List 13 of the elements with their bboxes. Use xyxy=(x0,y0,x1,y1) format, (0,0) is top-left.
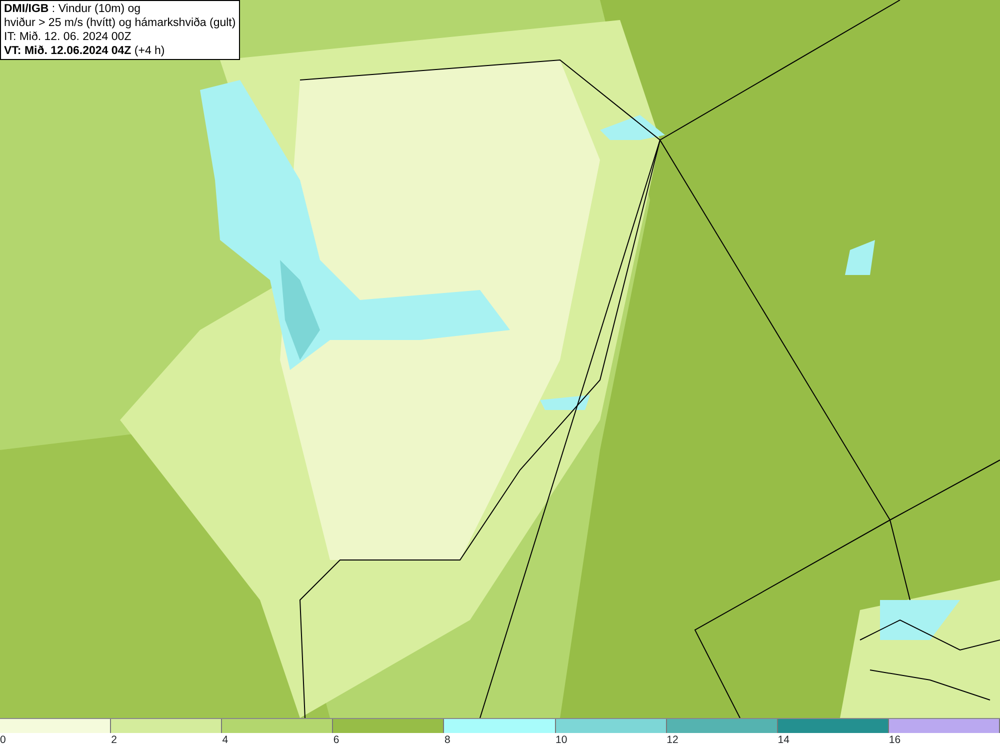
legend-label: 0 xyxy=(0,734,6,746)
title-line: DMI/IGB : Vindur (10m) og xyxy=(4,2,142,16)
legend-label: 10 xyxy=(556,734,568,746)
legend-label: 4 xyxy=(222,734,228,746)
title-line: IT: Mið. 12. 06. 2024 00Z xyxy=(4,30,132,44)
title-line: hviður > 25 m/s (hvítt) og hámarkshviða (gult) xyxy=(4,16,236,30)
legend-label: 14 xyxy=(778,734,790,746)
legend-label: 8 xyxy=(444,734,450,746)
legend-label: 16 xyxy=(888,734,901,746)
legend-label: 2 xyxy=(111,734,117,746)
legend-label: 12 xyxy=(666,734,678,746)
title-line: VT: Mið. 12.06.2024 04Z (+4 h) xyxy=(4,44,166,58)
legend-label: 6 xyxy=(333,734,340,746)
